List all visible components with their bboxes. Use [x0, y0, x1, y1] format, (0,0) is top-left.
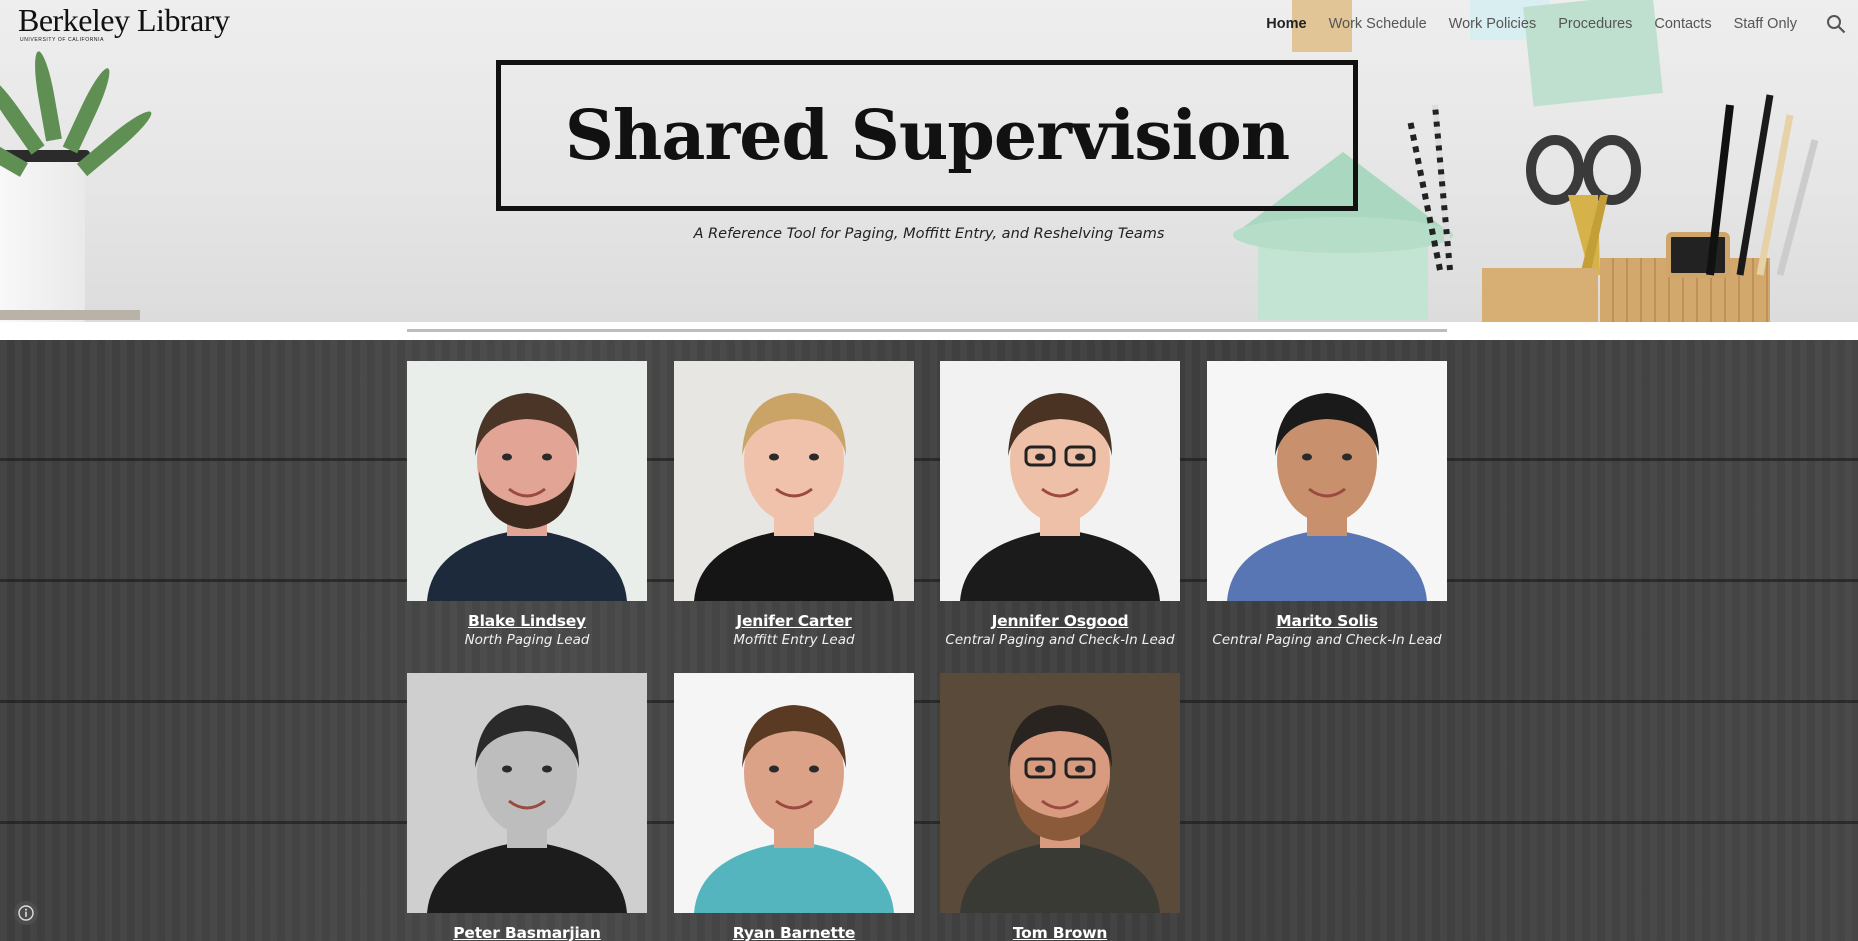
- staff-name-link[interactable]: Jenifer Carter: [674, 612, 914, 630]
- staff-role: North Paging Lead: [464, 632, 590, 648]
- staff-section: Blake Lindsey North Paging Lead Jenifer …: [0, 340, 1858, 941]
- staff-photo: [940, 361, 1180, 601]
- nav-item-procedures[interactable]: Procedures: [1547, 14, 1643, 34]
- staff-name-link[interactable]: Peter Basmarjian: [407, 924, 647, 941]
- info-icon[interactable]: [14, 901, 38, 925]
- search-icon[interactable]: [1826, 14, 1846, 34]
- site-logo[interactable]: Berkeley Library UNIVERSITY OF CALIFORNI…: [18, 2, 230, 43]
- staff-card: Blake Lindsey North Paging Lead: [407, 361, 647, 648]
- staff-photo: [1207, 361, 1447, 601]
- logo-text: Berkeley Library: [18, 2, 230, 38]
- portrait-image: [674, 673, 914, 913]
- shelf-decoration: [0, 310, 140, 320]
- staff-photo: [940, 673, 1180, 913]
- staff-card: Jenifer Carter Moffitt Entry Lead: [674, 361, 914, 648]
- page-subtitle: A Reference Tool for Paging, Moffitt Ent…: [693, 226, 1165, 242]
- staff-card: Tom Brown: [940, 673, 1180, 941]
- portrait-image: [407, 361, 647, 601]
- staff-name-link[interactable]: Marito Solis: [1207, 612, 1447, 630]
- staff-card: Jennifer Osgood Central Paging and Check…: [940, 361, 1180, 648]
- page-title: Shared Supervision: [564, 95, 1290, 176]
- staff-photo: [674, 361, 914, 601]
- staff-name-link[interactable]: Ryan Barnette: [674, 924, 914, 941]
- title-box: Shared Supervision: [496, 60, 1358, 211]
- staff-photo: [407, 673, 647, 913]
- staff-name-link[interactable]: Tom Brown: [940, 924, 1180, 941]
- staff-role: Central Paging and Check-In Lead: [945, 632, 1175, 648]
- staff-card: Marito Solis Central Paging and Check-In…: [1207, 361, 1447, 648]
- hero-banner: Berkeley Library UNIVERSITY OF CALIFORNI…: [0, 0, 1858, 322]
- portrait-image: [674, 361, 914, 601]
- horizontal-divider: [407, 329, 1447, 332]
- top-navigation-bar: Berkeley Library UNIVERSITY OF CALIFORNI…: [0, 0, 1858, 48]
- nav-item-work-schedule[interactable]: Work Schedule: [1318, 14, 1438, 34]
- pencils-decoration: [1407, 104, 1453, 271]
- info-glyph-icon: [18, 905, 34, 921]
- nav-item-staff-only[interactable]: Staff Only: [1723, 14, 1808, 34]
- staff-name-link[interactable]: Blake Lindsey: [407, 612, 647, 630]
- pencils-decoration: [1706, 94, 1819, 276]
- staff-name-link[interactable]: Jennifer Osgood: [940, 612, 1180, 630]
- portrait-image: [1207, 361, 1447, 601]
- portrait-image: [407, 673, 647, 913]
- staff-card: Ryan Barnette: [674, 673, 914, 941]
- staff-role: Moffitt Entry Lead: [733, 632, 855, 648]
- portrait-image: [940, 673, 1180, 913]
- portrait-image: [940, 361, 1180, 601]
- nav-item-work-policies[interactable]: Work Policies: [1438, 14, 1548, 34]
- nav-item-home[interactable]: Home: [1255, 14, 1317, 34]
- staff-role: Central Paging and Check-In Lead: [1212, 632, 1442, 648]
- nav-item-contacts[interactable]: Contacts: [1643, 14, 1722, 34]
- main-nav: Home Work Schedule Work Policies Procedu…: [1255, 14, 1808, 34]
- staff-photo: [407, 361, 647, 601]
- staff-photo: [674, 673, 914, 913]
- staff-card: Peter Basmarjian: [407, 673, 647, 941]
